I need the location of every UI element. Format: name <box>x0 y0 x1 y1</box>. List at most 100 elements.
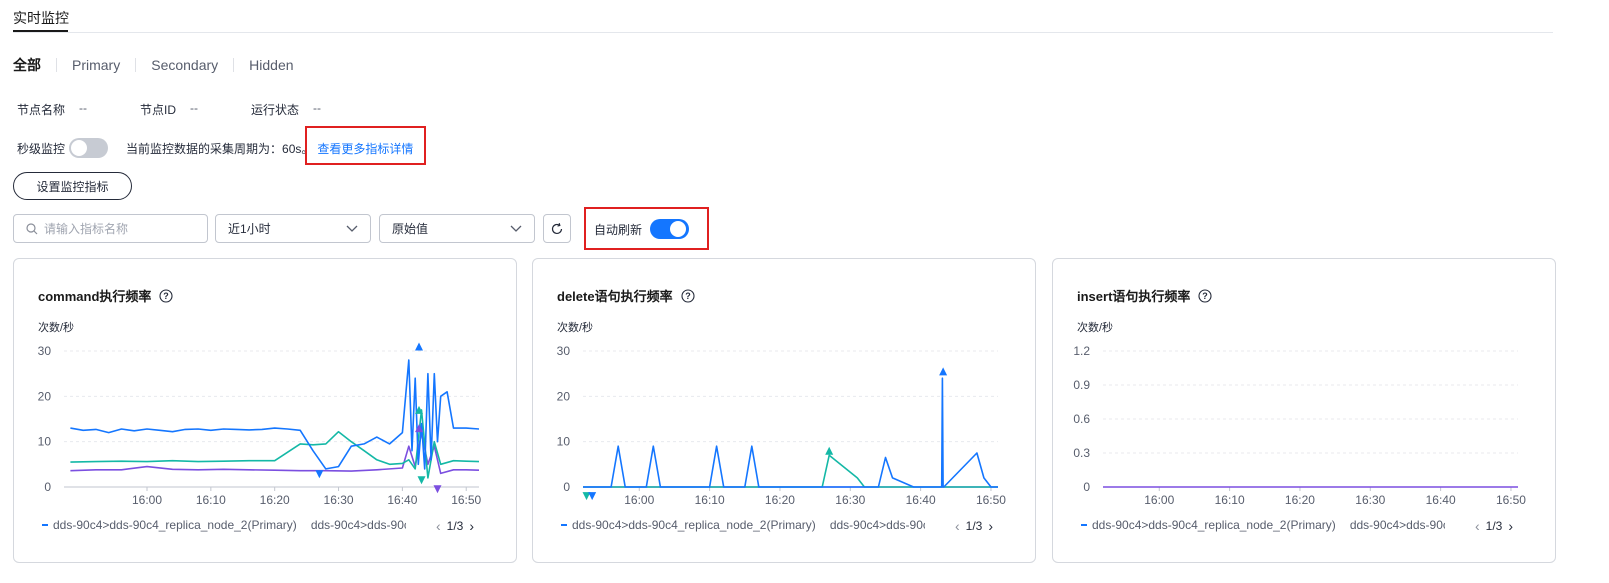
max-marker <box>414 342 423 351</box>
node-name-label: 节点名称 <box>17 103 66 117</box>
legend-pager: ‹ 1/3 › <box>1475 518 1513 534</box>
role-tab-hidden[interactable]: Hidden <box>249 57 293 73</box>
line-chart: 30 20 10 0 16:00 16:10 16:20 16:30 16:40 16:50 <box>38 342 482 507</box>
time-range-select[interactable]: 近1小时 <box>215 214 371 243</box>
chart-legend: dds-90c4>dds-90c4_replica_node_2(Primary… <box>1081 518 1445 532</box>
node-name-value: -- <box>79 101 88 115</box>
series-line <box>583 454 998 488</box>
y-tick-label: 30 <box>38 344 52 358</box>
series-line <box>583 377 998 488</box>
node-id-label: 节点ID <box>140 103 177 117</box>
legend-item[interactable]: dds-90c4>dds-90c4_replica_node_2(Primary… <box>561 518 816 532</box>
y-tick-label: 0 <box>563 480 570 494</box>
x-tick-label: 16:10 <box>1215 493 1245 507</box>
line-chart: 1.2 0.9 0.6 0.3 0 16:00 16:10 16:20 16:30 16:40 16… <box>1073 344 1526 507</box>
y-axis-unit: 次数/秒 <box>1077 322 1114 334</box>
x-tick-label: 16:10 <box>695 493 725 507</box>
x-tick-label: 16:40 <box>1426 493 1456 507</box>
help-icon[interactable]: ? <box>1198 288 1212 303</box>
svg-text:?: ? <box>685 291 691 301</box>
x-tick-label: 16:40 <box>906 493 936 507</box>
refresh-button[interactable] <box>543 214 571 243</box>
x-tick-label: 16:00 <box>1144 493 1174 507</box>
legend-item[interactable]: dds-90c4>dds-90c4_replica_node_2(Primary… <box>1081 518 1336 532</box>
help-icon[interactable]: ? <box>159 288 173 303</box>
x-tick-label: 16:50 <box>976 493 1006 507</box>
card-title-text: insert语句执行频率 <box>1077 289 1191 304</box>
node-name-info: 节点名称 -- <box>17 101 140 118</box>
second-monitor-label: 秒级监控 <box>17 141 66 156</box>
x-tick-label: 16:00 <box>624 493 654 507</box>
chevron-down-icon <box>510 225 522 232</box>
card-title-text: command执行频率 <box>38 289 152 304</box>
role-tab-all[interactable]: 全部 <box>13 55 41 75</box>
chevron-left-icon[interactable]: ‹ <box>955 518 960 534</box>
node-id-info: 节点ID -- <box>140 101 251 118</box>
legend-swatch <box>561 524 567 526</box>
y-axis-unit: 次数/秒 <box>38 322 75 334</box>
tab-divider <box>13 32 1553 33</box>
chevron-down-icon <box>346 225 358 232</box>
legend-item[interactable]: dds-90c4>dds-90c <box>1345 518 1445 532</box>
chevron-left-icon[interactable]: ‹ <box>436 518 441 534</box>
toggle-knob <box>71 140 88 156</box>
y-axis-unit: 次数/秒 <box>557 322 594 334</box>
x-tick-label: 16:50 <box>451 493 481 507</box>
value-type-select[interactable]: 原始值 <box>379 214 535 243</box>
legend-swatch <box>1081 524 1087 526</box>
time-range-value: 近1小时 <box>228 222 271 236</box>
chevron-right-icon[interactable]: › <box>988 518 993 534</box>
min-marker <box>417 476 426 485</box>
node-id-value: -- <box>190 101 199 115</box>
x-tick-label: 16:30 <box>324 493 354 507</box>
search-icon <box>26 222 38 234</box>
line-chart: 30 20 10 0 16:00 16:10 16:20 16:30 16:40 16:50 <box>557 344 1007 507</box>
collection-period-text: 当前监控数据的采集周期为：60s。 <box>126 141 314 156</box>
x-tick-label: 16:20 <box>260 493 290 507</box>
role-tab-secondary[interactable]: Secondary <box>151 57 218 73</box>
card-title: command执行频率 ? <box>38 286 173 305</box>
series-line <box>70 359 480 470</box>
legend-label: dds-90c4>dds-90c4_replica_node_2(Primary… <box>53 518 297 532</box>
tab-realtime-monitor[interactable]: 实时监控 <box>13 8 69 28</box>
y-tick-label: 0.6 <box>1073 412 1090 426</box>
x-tick-label: 16:30 <box>835 493 865 507</box>
legend-item[interactable]: dds-90c4>dds-90c <box>825 518 925 532</box>
x-tick-label: 16:50 <box>1496 493 1526 507</box>
x-tick-label: 16:30 <box>1355 493 1385 507</box>
legend-page-indicator: 1/3 <box>446 519 464 533</box>
run-status-label: 运行状态 <box>251 103 300 117</box>
chart-legend: dds-90c4>dds-90c4_replica_node_2(Primary… <box>42 518 406 532</box>
tab-separator <box>233 58 235 72</box>
y-tick-label: 0 <box>44 480 51 494</box>
role-tab-primary[interactable]: Primary <box>72 57 120 73</box>
help-icon[interactable]: ? <box>681 288 695 303</box>
svg-text:?: ? <box>1203 291 1209 301</box>
set-metrics-button[interactable]: 设置监控指标 <box>13 172 132 200</box>
role-filter-tabs: 全部 Primary Secondary Hidden <box>13 55 294 75</box>
second-monitor-toggle[interactable] <box>69 138 109 158</box>
chevron-right-icon[interactable]: › <box>1508 518 1513 534</box>
x-tick-label: 16:20 <box>765 493 795 507</box>
y-tick-label: 0.3 <box>1073 446 1090 460</box>
metric-search-input[interactable] <box>44 221 194 236</box>
y-tick-label: 10 <box>38 435 52 449</box>
legend-item[interactable]: dds-90c4>dds-90c <box>306 518 406 532</box>
svg-text:?: ? <box>164 291 170 301</box>
max-marker <box>825 446 834 455</box>
card-title: insert语句执行频率 ? <box>1077 286 1212 305</box>
chevron-right-icon[interactable]: › <box>469 518 474 534</box>
min-marker <box>433 485 442 494</box>
value-type-value: 原始值 <box>392 222 429 236</box>
chevron-left-icon[interactable]: ‹ <box>1475 518 1480 534</box>
legend-label: dds-90c4>dds-90c <box>1349 518 1445 532</box>
max-marker <box>939 367 948 376</box>
highlight-box-link <box>305 126 426 165</box>
x-tick-label: 16:10 <box>196 493 226 507</box>
tab-separator <box>56 58 57 72</box>
legend-pager: ‹ 1/3 › <box>436 518 474 534</box>
chart-legend: dds-90c4>dds-90c4_replica_node_2(Primary… <box>561 518 925 532</box>
legend-label: dds-90c4>dds-90c4_replica_node_2(Primary… <box>1092 518 1336 532</box>
highlight-box-auto-refresh <box>584 207 709 250</box>
legend-item[interactable]: dds-90c4>dds-90c4_replica_node_2(Primary… <box>42 518 297 532</box>
